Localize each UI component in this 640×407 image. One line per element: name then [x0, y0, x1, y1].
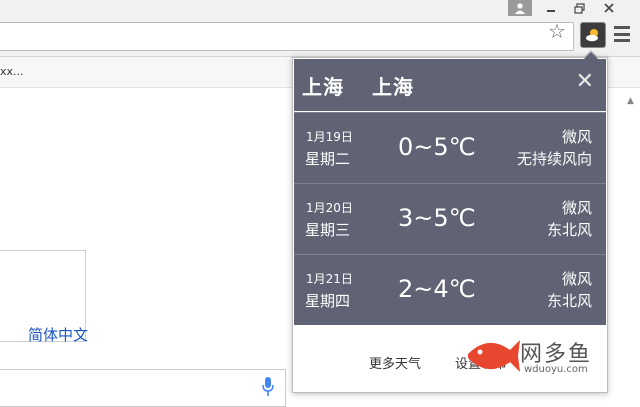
forecast-wind-direction: 东北风 — [546, 292, 592, 310]
popup-pointer-inner — [584, 52, 598, 59]
forecast-temperature: 2~4℃ — [398, 275, 476, 303]
address-bar[interactable] — [0, 22, 574, 51]
forecast-day: 1月19日 星期二 0~5℃ 微风 无持续风向 — [294, 112, 606, 183]
close-icon[interactable]: ✕ — [576, 69, 594, 94]
forecast-date: 1月21日 — [306, 272, 353, 286]
forecast-date: 1月20日 — [306, 201, 353, 215]
forecast-temperature: 0~5℃ — [398, 133, 476, 161]
district-name: 上海 — [372, 75, 414, 99]
forecast-wind: 微风 — [561, 270, 592, 288]
bookmark-star-icon[interactable]: ☆ — [548, 19, 566, 43]
restore-icon[interactable] — [568, 0, 590, 16]
forecast-weekday: 星期二 — [305, 150, 351, 168]
forecast-wind-direction: 无持续风向 — [516, 150, 592, 168]
forecast-weekday: 星期四 — [305, 292, 351, 310]
forecast-date: 1月19日 — [306, 130, 353, 144]
language-link[interactable]: 简体中文 — [28, 324, 88, 345]
watermark-url: wduoyu.com — [524, 364, 588, 375]
city-name: 上海 — [302, 75, 344, 99]
scrollbar-up-arrow[interactable]: ▲ — [627, 96, 634, 106]
bookmark-item[interactable]: xx... — [0, 65, 24, 78]
browser-menu-icon[interactable] — [614, 26, 630, 42]
microphone-icon[interactable] — [262, 376, 274, 398]
window-titlebar — [0, 0, 640, 18]
forecast-list: 1月19日 星期二 0~5℃ 微风 无持续风向 1月20日 星期三 3~5℃ 微… — [294, 112, 606, 325]
profile-icon[interactable] — [508, 0, 532, 16]
forecast-day: 1月20日 星期三 3~5℃ 微风 东北风 — [294, 183, 606, 254]
forecast-weekday: 星期三 — [305, 221, 351, 239]
search-input[interactable] — [0, 369, 286, 407]
forecast-temperature: 3~5℃ — [398, 204, 476, 232]
browser-toolbar: ☆ — [0, 18, 640, 57]
forecast-day: 1月21日 星期四 2~4℃ 微风 东北风 — [294, 254, 606, 325]
forecast-wind: 微风 — [561, 128, 592, 146]
more-weather-link[interactable]: 更多天气 — [369, 353, 421, 372]
popup-header: 上海 上海 ✕ — [294, 59, 606, 111]
forecast-wind-direction: 东北风 — [546, 221, 592, 239]
weather-extension-icon[interactable] — [580, 22, 606, 48]
forecast-wind: 微风 — [561, 199, 592, 217]
window-close-icon[interactable] — [598, 0, 620, 16]
minimize-icon[interactable] — [540, 0, 562, 16]
